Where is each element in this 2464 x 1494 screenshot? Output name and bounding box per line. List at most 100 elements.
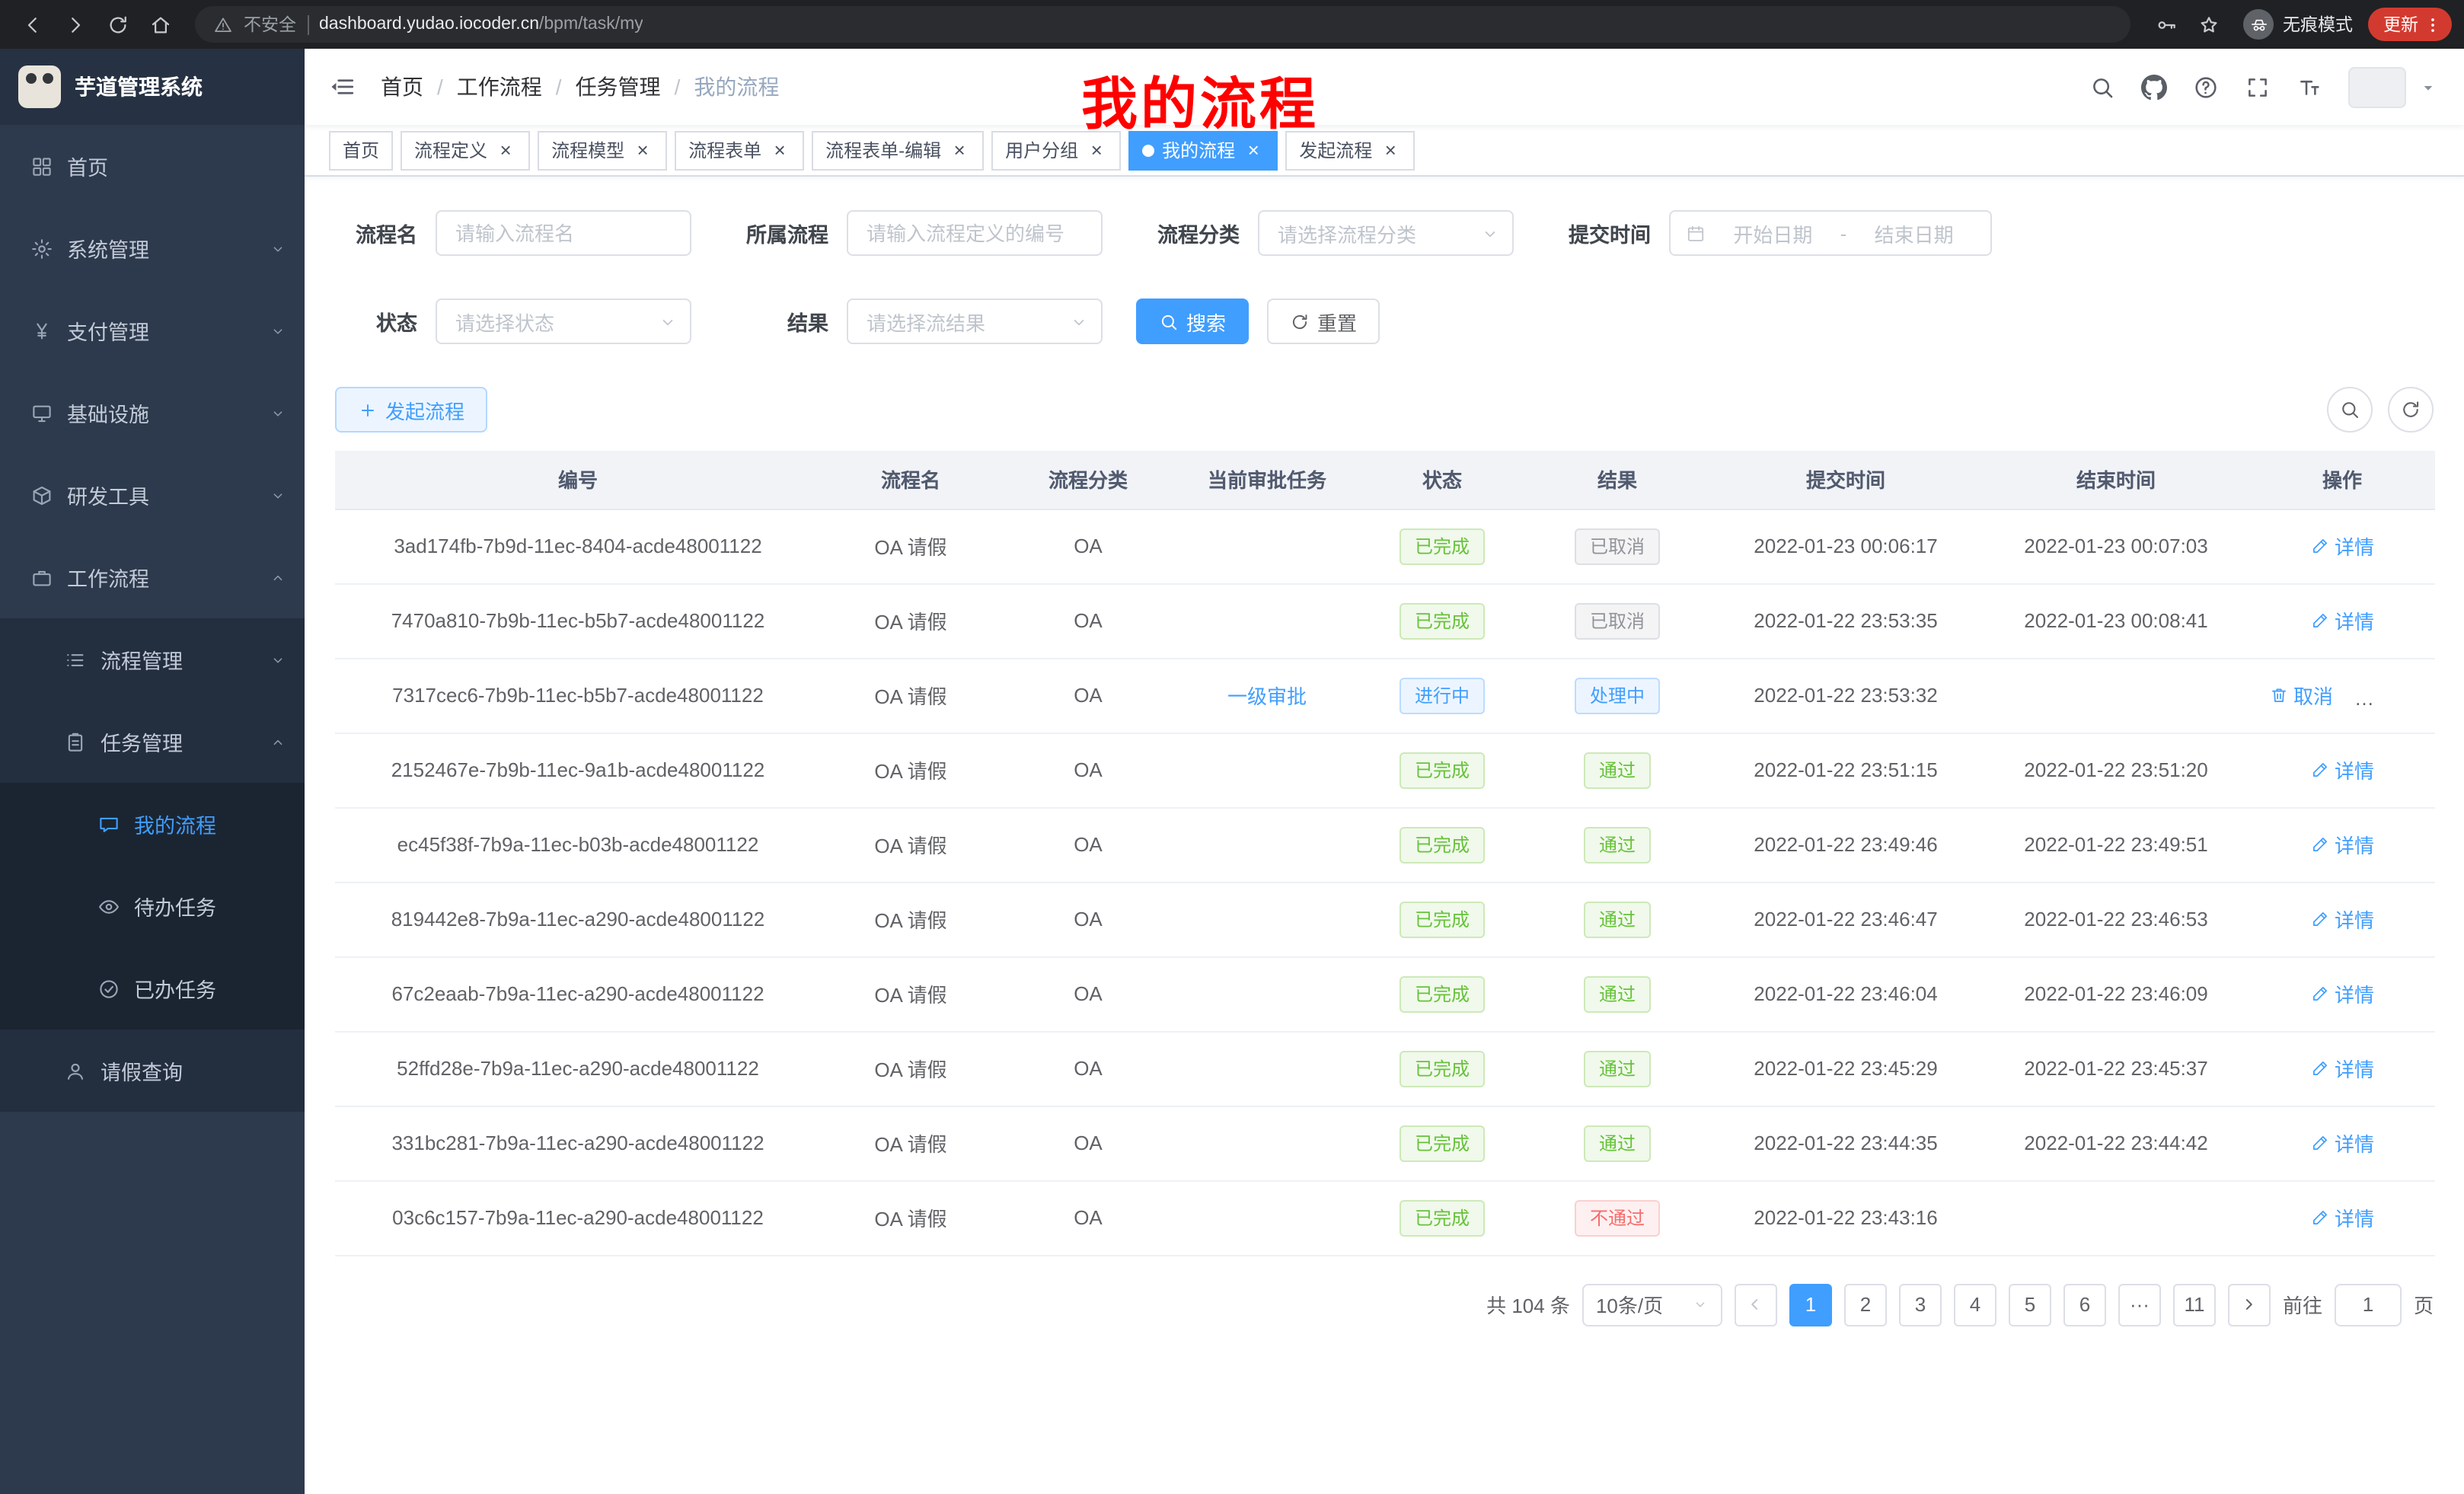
- sidebar-item-payment[interactable]: 支付管理: [0, 289, 305, 372]
- submit-time-range-picker[interactable]: 开始日期 - 结束日期: [1669, 210, 1992, 256]
- browser-forward-button[interactable]: [55, 5, 94, 44]
- user-avatar[interactable]: [2348, 66, 2406, 107]
- sidebar-item-infrastructure[interactable]: 基础设施: [0, 372, 305, 454]
- sidebar-item-leave-query[interactable]: 请假查询: [0, 1030, 305, 1112]
- password-key-button[interactable]: [2146, 5, 2185, 44]
- table-row: 67c2eaab-7b9a-11ec-a290-acde48001122OA 请…: [335, 956, 2435, 1031]
- tab-process-form-edit[interactable]: 流程表单-编辑×: [812, 130, 984, 170]
- pagination-page-2-button[interactable]: 2: [1844, 1283, 1887, 1326]
- goto-page-input[interactable]: [2335, 1283, 2402, 1326]
- cell-process-name: OA 请假: [821, 1180, 1001, 1255]
- pagination-page-6-button[interactable]: 6: [2063, 1283, 2106, 1326]
- close-icon[interactable]: ×: [632, 139, 653, 161]
- close-icon[interactable]: ×: [1380, 139, 1401, 161]
- detail-action-link[interactable]: 详情: [2310, 1054, 2374, 1083]
- sidebar-item-process-management[interactable]: 流程管理: [0, 618, 305, 701]
- breadcrumb-item-home[interactable]: 首页: [381, 72, 423, 102]
- status-select[interactable]: 请选择状态: [436, 298, 691, 344]
- result-select[interactable]: 请选择流结果: [847, 298, 1103, 344]
- search-button-label: 搜索: [1186, 307, 1226, 336]
- main-content: 流程名 所属流程 流程分类 请选择流程分类: [305, 177, 2464, 1494]
- search-button[interactable]: 搜索: [1136, 298, 1249, 344]
- browser-reload-button[interactable]: [97, 5, 137, 44]
- detail-action-link[interactable]: 详情: [2310, 830, 2374, 859]
- sidebar-item-my-process[interactable]: 我的流程: [0, 783, 305, 865]
- sidebar-item-home[interactable]: 首页: [0, 125, 305, 207]
- detail-action-link[interactable]: 详情: [2310, 606, 2374, 635]
- refresh-table-button[interactable]: [2388, 387, 2434, 433]
- page-size-select[interactable]: 10条/页: [1582, 1283, 1722, 1326]
- browser-update-button[interactable]: 更新: [2368, 8, 2452, 41]
- font-size-icon[interactable]: [2296, 74, 2322, 100]
- sidebar-item-system[interactable]: 系统管理: [0, 207, 305, 289]
- tab-process-form[interactable]: 流程表单×: [675, 130, 804, 170]
- cell-submit-time: 2022-01-22 23:46:47: [1709, 882, 1983, 956]
- reset-button[interactable]: 重置: [1267, 298, 1380, 344]
- tab-process-definition[interactable]: 流程定义×: [401, 130, 530, 170]
- cell-id: 7317cec6-7b9b-11ec-b5b7-acde48001122: [335, 658, 821, 733]
- cell-result: 通过: [1526, 956, 1709, 1031]
- close-icon[interactable]: ×: [1243, 139, 1264, 161]
- toggle-search-button[interactable]: [2327, 387, 2373, 433]
- tab-process-model[interactable]: 流程模型×: [538, 130, 667, 170]
- bookmark-star-button[interactable]: [2188, 5, 2228, 44]
- sidebar-item-workflow[interactable]: 工作流程: [0, 536, 305, 618]
- chev-up-icon: [270, 733, 286, 750]
- pagination-page-11-button[interactable]: 11: [2173, 1283, 2216, 1326]
- cell-end-time: 2022-01-22 23:51:20: [1983, 733, 2249, 807]
- detail-action-link[interactable]: 详情: [2310, 979, 2374, 1008]
- category-select[interactable]: 请选择流程分类: [1258, 210, 1514, 256]
- pagination-next-button[interactable]: [2228, 1283, 2271, 1326]
- close-icon[interactable]: ×: [769, 139, 790, 161]
- sidebar-item-todo-tasks[interactable]: 待办任务: [0, 865, 305, 947]
- pagination-page-3-button[interactable]: 3: [1899, 1283, 1942, 1326]
- sidebar-toggle-button[interactable]: [314, 58, 372, 116]
- pagination-page-1-button[interactable]: 1: [1789, 1283, 1832, 1326]
- breadcrumb-item-workflow[interactable]: 工作流程: [457, 72, 542, 102]
- tab-home[interactable]: 首页: [329, 130, 393, 170]
- start-date-placeholder: 开始日期: [1712, 219, 1834, 247]
- address-bar[interactable]: 不安全 dashboard.yudao.iocoder.cn/bpm/task/…: [195, 6, 2130, 43]
- close-icon[interactable]: ×: [949, 139, 970, 161]
- sidebar-item-devtools[interactable]: 研发工具: [0, 454, 305, 536]
- close-icon[interactable]: ×: [1086, 139, 1107, 161]
- cell-id: 52ffd28e-7b9a-11ec-a290-acde48001122: [335, 1031, 821, 1106]
- github-icon[interactable]: [2141, 74, 2167, 100]
- detail-action-link[interactable]: 详情: [2310, 755, 2374, 784]
- column-header: 结果: [1526, 451, 1709, 509]
- start-process-button[interactable]: 发起流程: [335, 387, 487, 433]
- breadcrumb-item-task-management[interactable]: 任务管理: [576, 72, 661, 102]
- sidebar-item-task-management[interactable]: 任务管理: [0, 701, 305, 783]
- pagination-page-4-button[interactable]: 4: [1954, 1283, 1996, 1326]
- sidebar-item-label: 待办任务: [134, 891, 216, 921]
- detail-action-link[interactable]: 详情: [2310, 1203, 2374, 1232]
- cell-category: OA: [1001, 733, 1176, 807]
- browser-back-button[interactable]: [12, 5, 52, 44]
- caret-down-icon[interactable]: [2420, 78, 2437, 95]
- pagination-more-button[interactable]: ···: [2118, 1283, 2161, 1326]
- result-placeholder: 请选择流结果: [867, 307, 985, 336]
- process-name-input[interactable]: [436, 210, 691, 256]
- filter-submit-time: 提交时间 开始日期 - 结束日期: [1547, 210, 1992, 256]
- breadcrumb: 首页 / 工作流程 / 任务管理 / 我的流程: [381, 72, 779, 102]
- status-tag: 已完成: [1400, 752, 1485, 788]
- cancel-action-link[interactable]: 取消: [2269, 681, 2333, 710]
- column-header: 结束时间: [1983, 451, 2249, 509]
- search-icon[interactable]: [2089, 74, 2115, 100]
- fullscreen-icon[interactable]: [2245, 74, 2271, 100]
- pagination-prev-button[interactable]: [1735, 1283, 1777, 1326]
- detail-action-link[interactable]: 详情: [2310, 1128, 2374, 1157]
- result-tag: 通过: [1584, 975, 1651, 1012]
- sidebar-item-done-tasks[interactable]: 已办任务: [0, 947, 305, 1030]
- pagination-page-5-button[interactable]: 5: [2009, 1283, 2051, 1326]
- detail-action-link[interactable]: 详情: [2310, 532, 2374, 560]
- browser-home-button[interactable]: [140, 5, 180, 44]
- process-def-input[interactable]: [847, 210, 1103, 256]
- app-logo[interactable]: 芋道管理系统: [0, 49, 305, 125]
- close-icon[interactable]: ×: [495, 139, 516, 161]
- menu-dots-icon[interactable]: [2423, 14, 2443, 34]
- current-task-link[interactable]: 一级审批: [1227, 685, 1307, 708]
- help-question-icon[interactable]: [2193, 74, 2219, 100]
- detail-action-link[interactable]: 详情: [2310, 905, 2374, 934]
- cell-status: 已完成: [1358, 733, 1526, 807]
